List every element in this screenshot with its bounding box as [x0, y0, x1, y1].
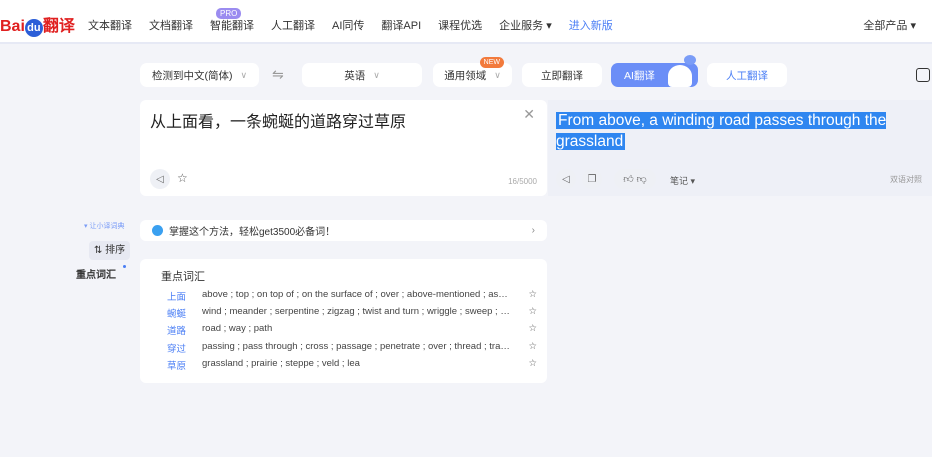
nav-new-version[interactable]: 进入新版	[569, 17, 613, 33]
vocab-row: 草原 grassland ; prairie ; steppe ; veld ; …	[167, 358, 537, 372]
notes-menu[interactable]: 笔记 ▾	[670, 174, 695, 187]
vocab-title: 重点词汇	[161, 271, 205, 283]
target-text: From above, a winding road passes throug…	[556, 112, 887, 150]
vocab-def: grassland ; prairie ; steppe ; veld ; le…	[202, 358, 360, 369]
top-nav: Bai du 翻译 文本翻译 文档翻译 智能翻译 人工翻译 AI同传 翻译API 课…	[0, 0, 932, 44]
vocab-row: 蜿蜒 wind ; meander ; serpentine ; zigzag ;…	[167, 306, 537, 320]
feedback-buttons: 👍︎ 👎︎	[614, 169, 656, 189]
target-lang-label: 英语	[344, 69, 366, 82]
thumbs-down-icon[interactable]: 👎︎	[637, 173, 647, 185]
ai-translate-label: AI翻译	[624, 69, 655, 82]
vocab-word[interactable]: 穿过	[167, 341, 202, 355]
nav-courses[interactable]: 课程优选	[438, 17, 482, 33]
chevron-down-icon: ∨	[494, 69, 501, 80]
close-icon[interactable]: ✕	[523, 106, 535, 123]
nav-text-translate[interactable]: 文本翻译	[88, 17, 132, 33]
source-input[interactable]: 从上面看，一条蜿蜒的道路穿过草原	[150, 108, 406, 132]
new-badge: NEW	[479, 57, 504, 68]
source-lang-select[interactable]: 检测到中文(简体) ∨	[140, 63, 259, 87]
speaker-icon[interactable]: ◁	[150, 169, 170, 189]
vocab-row: 道路 road ; way ; path ☆	[167, 323, 537, 337]
nav-smart-translate[interactable]: 智能翻译	[210, 17, 254, 33]
vocab-word[interactable]: 草原	[167, 358, 202, 372]
sort-button[interactable]: ⇅ 排序	[89, 241, 131, 260]
speaker-icon[interactable]: ◁	[556, 169, 576, 189]
ai-translate-button[interactable]: AI翻译	[611, 55, 698, 87]
sort-label: 排序	[105, 245, 126, 256]
logo-text: Bai	[0, 18, 25, 35]
vocab-def: above ; top ; on top of ; on the surface…	[202, 289, 510, 300]
nav-menu: 文本翻译 文档翻译 智能翻译 人工翻译 AI同传 翻译API 课程优选 企业服务…	[88, 17, 630, 33]
all-products-menu[interactable]: 全部产品 ▾	[863, 17, 916, 33]
nav-human-translate[interactable]: 人工翻译	[271, 17, 315, 33]
vocab-row: 穿过 passing ; pass through ; cross ; passa…	[167, 341, 537, 355]
bilingual-toggle[interactable]: 双语对照	[890, 174, 922, 185]
copy-icon[interactable]: ❐	[582, 169, 602, 189]
nav-api[interactable]: 翻译API	[381, 17, 421, 33]
vocab-def: passing ; pass through ; cross ; passage…	[202, 341, 510, 352]
char-count: 16/5000	[508, 177, 537, 186]
vocab-def: road ; way ; path	[202, 323, 273, 334]
target-lang-select[interactable]: 英语 ∨	[302, 63, 422, 87]
more-icon[interactable]	[684, 55, 696, 65]
domain-label: 通用领域	[444, 69, 487, 82]
document-icon[interactable]	[916, 68, 930, 82]
chevron-right-icon: ›	[531, 225, 535, 236]
logo-text-right: 翻译	[42, 18, 75, 35]
vocab-word[interactable]: 蜿蜒	[167, 306, 202, 320]
chat-icon	[152, 225, 163, 236]
star-icon[interactable]: ☆	[177, 171, 188, 185]
dict-label: 让小译词典	[89, 223, 125, 230]
tip-text: 掌握这个方法，轻松get3500必备词！	[169, 227, 336, 238]
tip-banner[interactable]: 掌握这个方法，轻松get3500必备词！ ›	[140, 220, 547, 241]
translate-now-button[interactable]: 立即翻译	[522, 63, 602, 87]
human-translate-button[interactable]: 人工翻译	[707, 63, 787, 87]
chevron-down-icon: ∨	[240, 69, 248, 80]
vocab-def: wind ; meander ; serpentine ; zigzag ; t…	[202, 306, 510, 317]
sidebar-key-vocab[interactable]: 重点词汇	[76, 266, 116, 281]
nav-ai-interpret[interactable]: AI同传	[332, 17, 364, 33]
thumbs-up-icon[interactable]: 👍︎	[623, 173, 633, 185]
star-icon[interactable]: ☆	[528, 358, 537, 372]
vocab-word[interactable]: 道路	[167, 323, 202, 337]
source-lang-label: 检测到中文(简体)	[151, 69, 233, 82]
pro-badge: PRO	[216, 8, 242, 19]
star-icon[interactable]: ☆	[528, 306, 537, 320]
domain-select[interactable]: 通用领域 ∨ NEW	[433, 57, 512, 87]
target-output[interactable]: From above, a winding road passes throug…	[556, 110, 932, 152]
target-panel: From above, a winding road passes throug…	[548, 100, 932, 196]
star-icon[interactable]: ☆	[528, 341, 537, 355]
vocab-row: 上面 above ; top ; on top of ; on the surfa…	[167, 289, 537, 303]
key-vocab-card: 重点词汇 上面 above ; top ; on top of ; on the …	[140, 259, 547, 383]
baidu-logo[interactable]: Bai du 翻译	[0, 12, 75, 37]
nav-doc-translate[interactable]: 文档翻译	[149, 17, 193, 33]
swap-icon[interactable]: ⇋	[272, 66, 284, 83]
chevron-down-icon: ∨	[373, 69, 380, 80]
star-icon[interactable]: ☆	[528, 289, 537, 303]
logo-paw: du	[24, 19, 43, 37]
dict-link[interactable]: ▾ 让小译词典	[84, 221, 124, 231]
source-panel: 从上面看，一条蜿蜒的道路穿过草原 ✕ ◁ ☆ 16/5000	[140, 100, 547, 196]
mascot-icon	[668, 65, 692, 87]
vocab-word[interactable]: 上面	[167, 289, 202, 303]
nav-enterprise[interactable]: 企业服务 ▾	[499, 17, 552, 33]
star-icon[interactable]: ☆	[528, 323, 537, 337]
active-dot	[123, 265, 126, 268]
